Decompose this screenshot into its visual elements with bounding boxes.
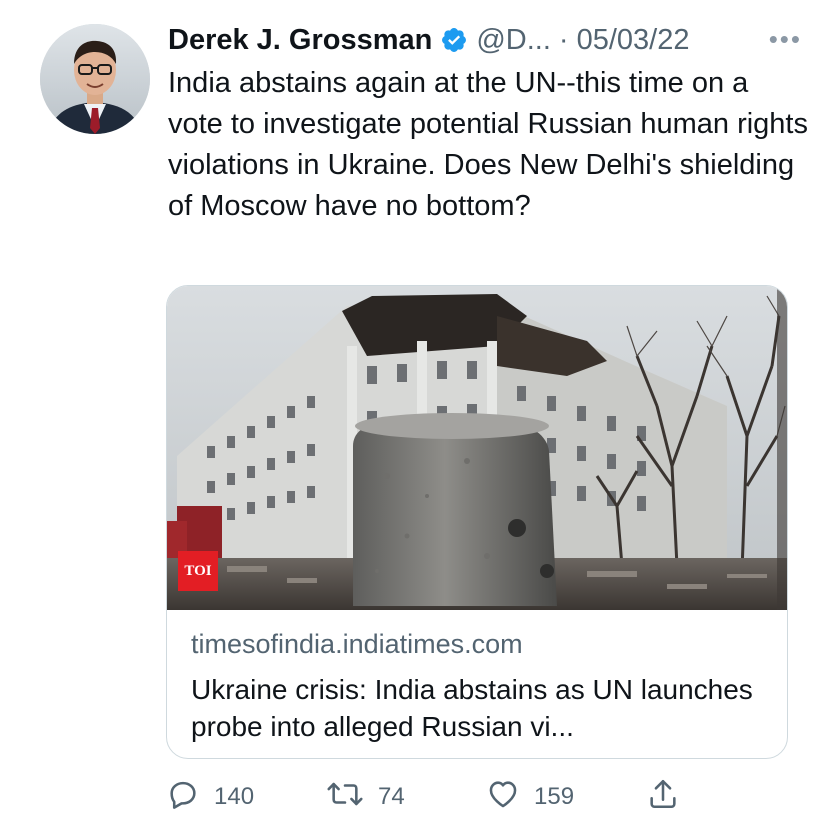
reply-count: 140 [214, 783, 255, 810]
author-name[interactable]: Derek J. Grossman [168, 24, 432, 57]
retweet-count: 74 [378, 783, 405, 810]
heart-icon [486, 777, 534, 818]
tweet-date[interactable]: 05/03/22 [577, 24, 690, 57]
link-preview-card[interactable]: TOI timesofindia.indiatimes.com Ukraine … [166, 285, 788, 759]
author-avatar[interactable] [40, 24, 150, 134]
share-icon [646, 777, 694, 818]
verified-badge-icon [440, 26, 468, 54]
card-image: TOI [167, 286, 787, 610]
more-icon[interactable]: ••• [769, 24, 802, 55]
retweet-button[interactable]: 74 [326, 777, 405, 817]
author-handle[interactable]: @D... [476, 24, 551, 57]
share-button[interactable] [646, 777, 694, 817]
header-separator: · [558, 23, 569, 56]
tweet-actions: 140 74 159 [0, 777, 828, 817]
card-title: Ukraine crisis: India abstains as UN lau… [191, 674, 753, 742]
like-button[interactable]: 159 [486, 777, 574, 817]
tweet-header: Derek J. Grossman @D... · 05/03/22 ••• [168, 20, 808, 60]
retweet-icon [326, 777, 378, 818]
card-domain: timesofindia.indiatimes.com [191, 629, 523, 659]
toi-logo: TOI [178, 551, 218, 591]
tweet-text: India abstains again at the UN--this tim… [168, 67, 808, 222]
reply-button[interactable]: 140 [166, 777, 254, 817]
like-count: 159 [534, 783, 575, 810]
reply-icon [166, 777, 214, 818]
